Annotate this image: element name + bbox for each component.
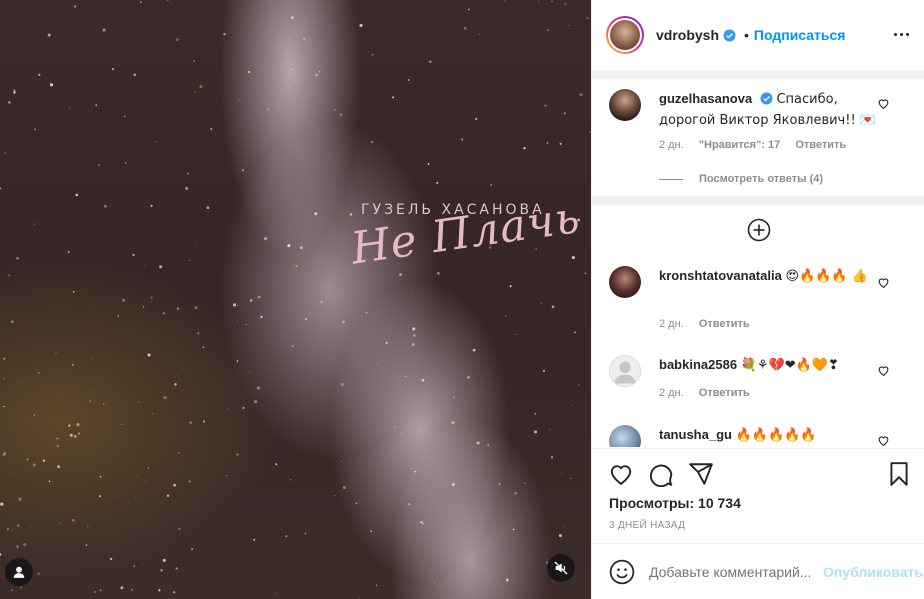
user-icon: [13, 566, 25, 578]
like-comment-heart-icon[interactable]: [877, 97, 890, 110]
comment-meta: 2 дн. "Нравится": 17 Ответить: [659, 139, 846, 151]
post-actions-bar: Просмотры: 10 734 3 ДНЕЙ НАЗАД: [592, 448, 924, 543]
comment-bubble-icon[interactable]: [648, 461, 674, 487]
reply-button[interactable]: Ответить: [699, 387, 750, 399]
commenter-username[interactable]: tanusha_gu: [659, 427, 732, 442]
commenter-avatar[interactable]: [609, 355, 641, 387]
load-more-comments-icon[interactable]: [747, 218, 771, 242]
like-heart-icon[interactable]: [608, 461, 634, 487]
mute-toggle-button[interactable]: [547, 554, 575, 582]
reply-button[interactable]: Ответить: [699, 318, 750, 330]
emoji-picker-icon[interactable]: [609, 559, 635, 585]
comment-text: 🔥🔥🔥🔥🔥: [735, 428, 817, 443]
verified-badge-icon: [760, 92, 773, 105]
like-comment-heart-icon[interactable]: [877, 276, 890, 289]
verified-badge-icon: [723, 29, 736, 41]
sparkle-particles: [0, 0, 591, 599]
header-separator: •: [744, 27, 749, 43]
view-replies-button[interactable]: Посмотреть ответы (4): [659, 173, 823, 185]
comment-text: 😍🔥🔥🔥 👍: [785, 269, 868, 284]
comment-time[interactable]: 2 дн.: [659, 318, 684, 330]
share-paper-plane-icon[interactable]: [688, 461, 714, 487]
publish-button[interactable]: Опубликовать: [823, 564, 923, 580]
comment-text: 💐⚘💔❤🔥🧡❣: [740, 358, 839, 373]
post-side-panel: vdrobysh • Подписаться guzelhasanova Спа…: [591, 0, 924, 599]
comment-meta: 2 дн. Ответить: [659, 318, 750, 330]
add-comment-bar: Опубликовать: [592, 543, 924, 599]
views-count[interactable]: Просмотры: 10 734: [609, 495, 741, 511]
comment-item: babkina2586 💐⚘💔❤🔥🧡❣ 2 дн. Ответить: [609, 355, 909, 405]
view-replies-label: Посмотреть ответы (4): [699, 173, 824, 185]
section-divider: [592, 196, 924, 205]
comment-meta: 2 дн. Ответить: [659, 387, 750, 399]
commenter-username[interactable]: babkina2586: [659, 357, 737, 372]
like-comment-heart-icon[interactable]: [877, 434, 890, 447]
more-options-icon[interactable]: [891, 24, 911, 44]
save-bookmark-icon[interactable]: [886, 461, 912, 487]
like-comment-heart-icon[interactable]: [877, 364, 890, 377]
comment-item: kronshtatovanatalia 😍🔥🔥🔥 👍 2 дн. Ответит…: [609, 266, 909, 336]
section-divider: [592, 70, 924, 79]
reply-button[interactable]: Ответить: [795, 139, 846, 151]
comment-time[interactable]: 2 дн.: [659, 387, 684, 399]
comment-item: tanusha_gu 🔥🔥🔥🔥🔥: [609, 425, 909, 447]
comment-time[interactable]: 2 дн.: [659, 139, 684, 151]
replies-line: [659, 178, 683, 180]
commenter-avatar[interactable]: [609, 425, 641, 447]
author-username[interactable]: vdrobysh: [656, 27, 719, 43]
comment-input[interactable]: [649, 563, 817, 580]
author-avatar[interactable]: [606, 16, 644, 54]
comment-likes[interactable]: "Нравится": 17: [699, 139, 780, 151]
commenter-username[interactable]: guzelhasanova: [659, 91, 752, 106]
speaker-muted-icon: [554, 561, 568, 575]
follow-button[interactable]: Подписаться: [754, 27, 846, 43]
default-avatar-icon: [613, 361, 637, 384]
tagged-users-button[interactable]: [5, 558, 33, 586]
commenter-avatar[interactable]: [609, 266, 641, 298]
commenter-username[interactable]: kronshtatovanatalia: [659, 268, 782, 283]
post-header: vdrobysh • Подписаться: [592, 0, 924, 70]
post-media-video[interactable]: ГУЗЕЛЬ ХАСАНОВА Не Плачь: [0, 0, 591, 599]
commenter-avatar[interactable]: [609, 89, 641, 121]
post-timestamp[interactable]: 3 ДНЕЙ НАЗАД: [609, 520, 685, 531]
